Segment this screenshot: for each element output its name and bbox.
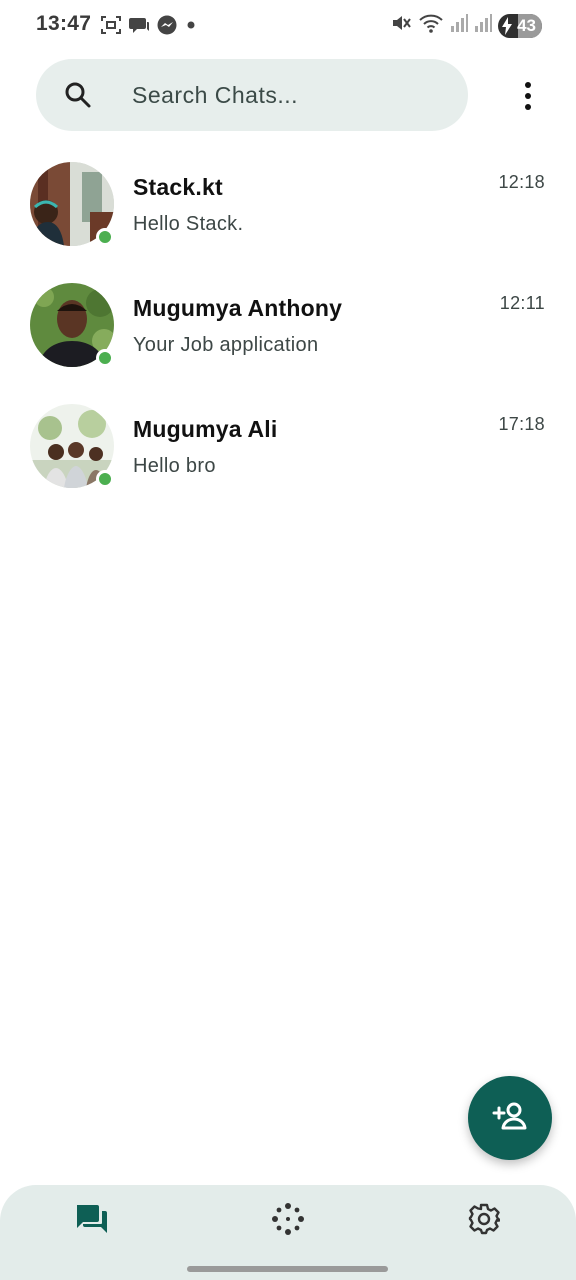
battery-level: 43 [517,15,536,35]
nav-item-status[interactable] [256,1201,320,1241]
chat-list-item[interactable]: Stack.kt Hello Stack. 12:18 [0,150,576,271]
online-status-indicator [96,349,114,367]
chat-list: Stack.kt Hello Stack. 12:18 Mugumya Anth… [0,150,576,513]
screenshot-icon [100,14,122,36]
online-status-indicator [96,470,114,488]
chat-timestamp: 12:18 [498,172,545,192]
status-time: 13:47 [36,12,92,35]
messenger-icon [156,14,178,36]
signal-icon [474,12,492,39]
wifi-icon [418,12,444,39]
signal-icon [450,12,468,39]
status-notification-icons [100,14,198,36]
online-status-indicator [96,228,114,246]
more-vert-icon [525,82,531,88]
mute-icon [390,12,412,39]
status-icon [271,1202,305,1241]
add-contact-button[interactable] [468,1076,552,1160]
nav-item-settings[interactable] [452,1201,516,1241]
chat-list-item[interactable]: Mugumya Anthony Your Job application 12:… [0,271,576,392]
charging-bolt-icon [502,16,512,35]
status-system-icons: 43 [390,12,542,39]
settings-icon [468,1203,501,1240]
home-indicator[interactable] [187,1266,388,1272]
status-bar: 13:47 43 [0,0,576,50]
nav-item-chats[interactable] [60,1201,124,1241]
avatar[interactable] [30,404,114,488]
search-bar[interactable] [36,59,468,131]
chat-name: Stack.kt [133,174,223,200]
chat-list-item[interactable]: Mugumya Ali Hello bro 17:18 [0,392,576,513]
chat-last-message: Hello bro [133,455,216,477]
search-icon[interactable] [64,81,92,114]
chat-name: Mugumya Anthony [133,295,343,321]
more-vert-icon-dot [525,104,531,110]
more-vert-icon-dot [525,93,531,99]
more-options-button[interactable] [512,78,544,114]
avatar[interactable] [30,162,114,246]
notification-dot-icon [184,14,198,36]
battery-indicator: 43 [498,13,542,38]
chat-last-message: Hello Stack. [133,213,244,235]
chat-timestamp: 17:18 [498,414,545,434]
avatar[interactable] [30,283,114,367]
chat-timestamp: 12:11 [499,293,545,313]
add-person-icon [492,1101,528,1136]
chat-bubble-icon [128,14,150,36]
chat-name: Mugumya Ali [133,416,278,442]
chat-last-message: Your Job application [133,334,319,356]
search-input[interactable] [132,59,452,131]
chats-icon [75,1203,109,1240]
